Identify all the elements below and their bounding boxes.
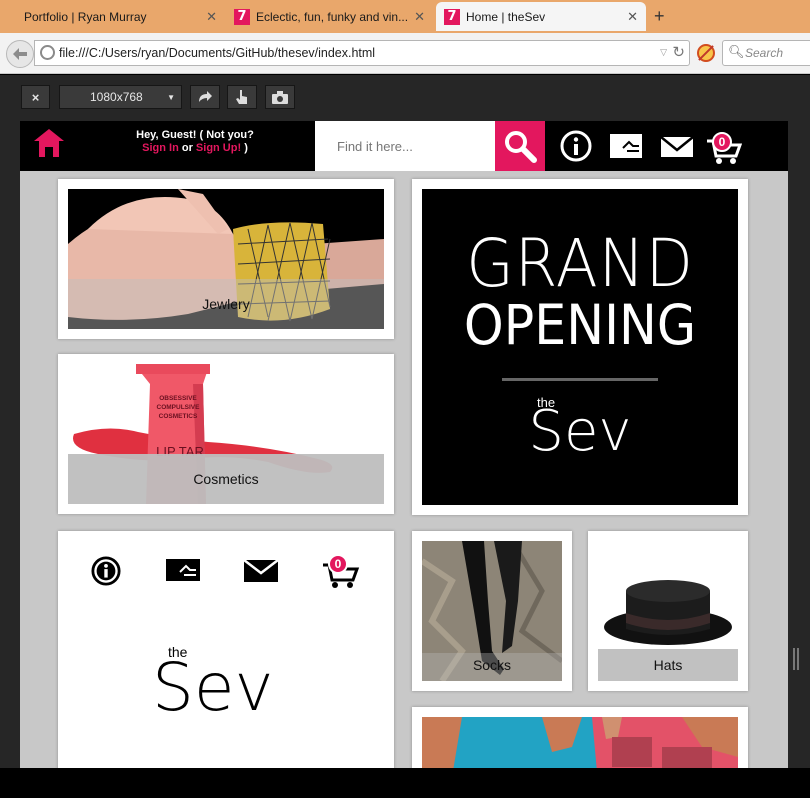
info-icon[interactable] — [560, 130, 592, 162]
device-size-value: 1080x768 — [90, 90, 143, 104]
thesev-favicon-icon: 7 — [444, 8, 460, 25]
tube-line: COSMETICS — [158, 413, 198, 420]
site-search-placeholder: Find it here... — [337, 138, 413, 154]
close-paren: ) — [244, 142, 248, 154]
navigation-bar: file:///C:/Users/ryan/Documents/GitHub/t… — [0, 33, 810, 74]
sign-in-link[interactable]: Sign In — [142, 142, 179, 154]
info-icon[interactable] — [91, 556, 121, 586]
history-dropdown-icon[interactable]: ▽ — [660, 47, 667, 58]
search-icon: 🔍︎ — [728, 44, 745, 59]
tab-close-icon[interactable]: ✕ — [627, 9, 638, 25]
url-text: file:///C:/Users/ryan/Documents/GitHub/t… — [59, 46, 376, 60]
poster-divider — [502, 378, 658, 381]
site-header: Hey, Guest! ( Not you? Sign In or Sign U… — [20, 121, 788, 171]
addon-noscript-icon[interactable] — [697, 44, 715, 62]
mail-icon[interactable] — [660, 136, 694, 158]
reload-icon[interactable]: ↻ — [672, 43, 685, 61]
chevron-down-icon: ▼ — [167, 92, 175, 102]
thesev-favicon-icon: 7 — [234, 8, 250, 25]
viewport-resize-handle[interactable] — [793, 648, 799, 670]
address-bar[interactable]: file:///C:/Users/ryan/Documents/GitHub/t… — [34, 40, 690, 66]
tab-label: Eclectic, fun, funky and vin... — [256, 9, 409, 24]
search-icon — [505, 131, 537, 163]
new-tab-button[interactable]: + — [654, 6, 665, 27]
globe-icon — [40, 45, 55, 60]
card-icon[interactable] — [166, 559, 200, 581]
tube-line: COMPULSIVE — [156, 404, 200, 411]
t-shirts-image — [422, 717, 738, 768]
device-size-select[interactable]: 1080x768 ▼ — [59, 85, 182, 109]
back-button[interactable] — [6, 40, 34, 68]
cosmetics-label: Cosmetics — [68, 454, 384, 504]
socks-tile[interactable]: Socks — [412, 531, 572, 691]
site-search-input[interactable]: Find it here... — [315, 121, 495, 171]
screenshot-button[interactable] — [265, 85, 295, 109]
grand-opening-poster: GRAND OPENING the Sev — [422, 189, 738, 505]
close-responsive-button[interactable]: × — [21, 85, 50, 109]
responsive-design-toolbar: × 1080x768 ▼ — [0, 75, 810, 120]
arrow-left-icon — [13, 48, 27, 60]
greeting-line: Hey, Guest! ( Not you? — [136, 129, 254, 141]
mail-icon[interactable] — [244, 560, 278, 582]
tab-close-icon[interactable]: ✕ — [206, 9, 217, 25]
grand-opening-tile[interactable]: GRAND OPENING the Sev — [412, 179, 748, 515]
or-text: or — [181, 142, 193, 154]
cart-count-badge: 0 — [712, 132, 732, 152]
clothing-tile[interactable] — [412, 707, 748, 768]
about-sev-logo: Sev — [152, 649, 274, 726]
tube-brand-text: OBSESSIVE COMPULSIVE COSMETICS — [150, 394, 206, 421]
camera-icon — [272, 90, 288, 104]
hats-label: Hats — [598, 649, 738, 681]
tab-eclectic[interactable]: 7 Eclectic, fun, funky and vin... ✕ — [228, 2, 433, 31]
jewelry-label: Jewlery — [202, 296, 250, 312]
grand-text: GRAND — [466, 225, 694, 302]
hats-tile[interactable]: Hats — [588, 531, 748, 691]
socks-label: Socks — [472, 657, 512, 673]
tab-label: Portfolio | Ryan Murray — [24, 9, 147, 24]
tab-portfolio[interactable]: Portfolio | Ryan Murray ✕ — [0, 2, 225, 31]
search-placeholder: Search — [745, 46, 784, 60]
browser-search-input[interactable]: 🔍︎ Search — [722, 40, 810, 66]
hand-pointer-icon — [236, 90, 247, 104]
tab-home-thesev[interactable]: 7 Home | theSev ✕ — [436, 2, 646, 31]
website-page: Hey, Guest! ( Not you? Sign In or Sign U… — [20, 121, 788, 768]
rotate-icon — [199, 91, 212, 102]
tab-label: Home | theSev — [466, 9, 546, 24]
guest-greeting: Hey, Guest! ( Not you? Sign In or Sign U… — [120, 129, 270, 155]
home-icon[interactable] — [33, 128, 65, 158]
tube-line: OBSESSIVE — [159, 395, 197, 402]
sign-up-link[interactable]: Sign Up! — [196, 142, 241, 154]
clothing-photo — [422, 717, 738, 768]
opening-text: OPENING — [463, 293, 697, 357]
touch-simulation-button[interactable] — [227, 85, 257, 109]
jewelry-tile[interactable]: Jewlery — [58, 179, 394, 339]
browser-tab-bar: Portfolio | Ryan Murray ✕ 7 Eclectic, fu… — [0, 0, 810, 33]
card-icon[interactable] — [609, 133, 643, 159]
poster-sev-logo: Sev — [528, 399, 632, 464]
auth-links-line: Sign In or Sign Up! ) — [120, 142, 270, 155]
about-tile: 0 the Sev — [58, 531, 394, 768]
cart-count-badge: 0 — [328, 554, 348, 574]
rotate-button[interactable] — [190, 85, 220, 109]
site-search-button[interactable] — [495, 121, 545, 171]
tab-close-icon[interactable]: ✕ — [414, 9, 425, 25]
cosmetics-tile[interactable]: OBSESSIVE COMPULSIVE COSMETICS LIP TAR C… — [58, 354, 394, 514]
